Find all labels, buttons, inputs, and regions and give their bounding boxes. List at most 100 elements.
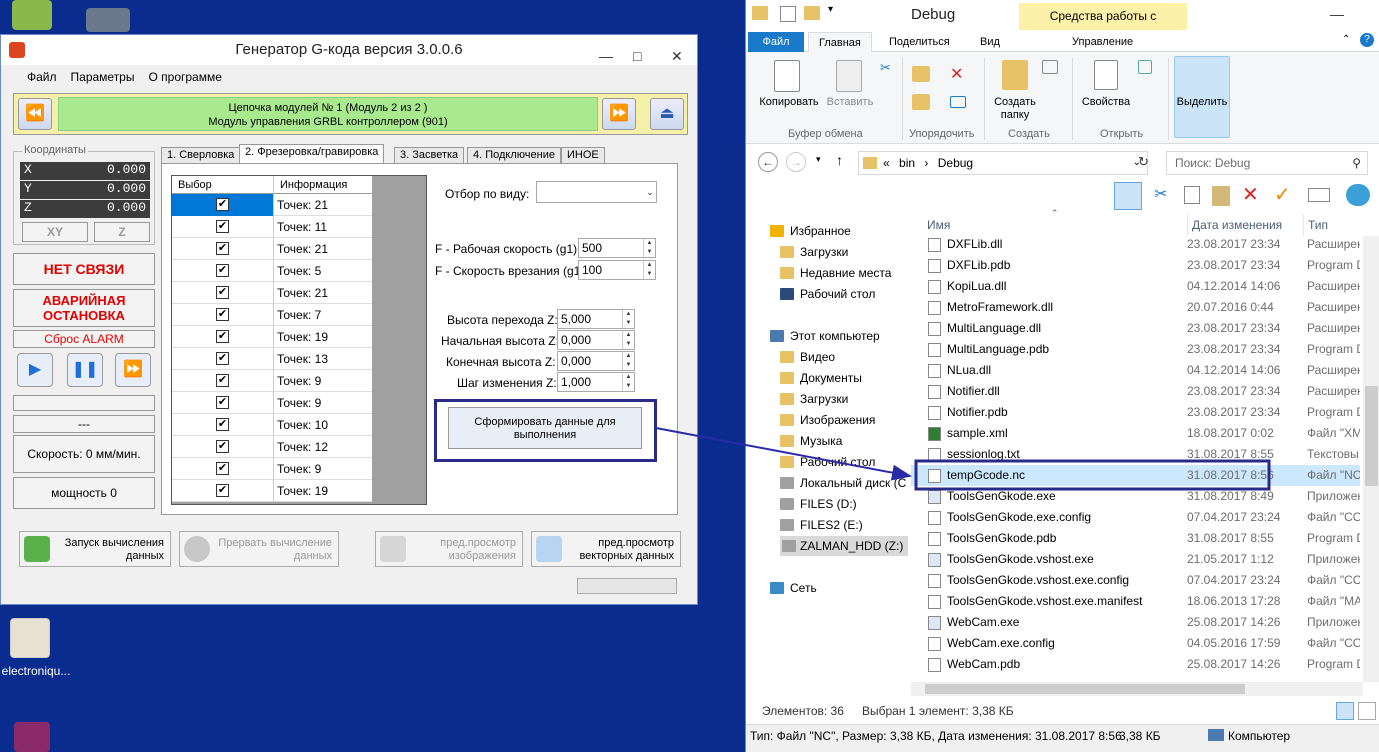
col-type-header[interactable]: Тип	[1303, 214, 1328, 236]
ribbon-tab-view[interactable]: Вид	[970, 32, 1010, 52]
file-name[interactable]: WebCam.pdb	[947, 654, 1020, 675]
nav-pc-item[interactable]: Локальный диск (C	[780, 473, 906, 493]
file-name[interactable]: MultiLanguage.dll	[947, 318, 1041, 339]
grid-row[interactable]: ✔ Точек: 12	[172, 436, 372, 458]
file-row[interactable]: sample.xml 18.08.2017 0:02 Файл "XMI	[911, 423, 1360, 444]
play-button[interactable]: ▶	[17, 353, 53, 387]
file-row[interactable]: MetroFramework.dll 20.07.2016 0:44 Расшире…	[911, 297, 1360, 318]
grid-row-selector[interactable]: ✔	[172, 238, 273, 260]
menu-file[interactable]: Файл	[27, 67, 57, 87]
end-z-input[interactable]: 0,000 ▲ ▼	[557, 351, 635, 371]
prev-module-button[interactable]: ⏪	[18, 98, 52, 130]
grid-row-selector[interactable]: ✔	[172, 414, 273, 436]
properties-button[interactable]: Свойства	[1078, 96, 1134, 109]
preview-pane-icon[interactable]	[1114, 182, 1142, 210]
file-row[interactable]: ToolsGenGkode.exe.config 07.04.2017 23:24…	[911, 507, 1360, 528]
menu-params[interactable]: Параметры	[71, 67, 135, 87]
grid-row-selector[interactable]: ✔	[172, 282, 273, 304]
grid-row[interactable]: ✔ Точек: 9	[172, 458, 372, 480]
step-z-input[interactable]: 1,000 ▲ ▼	[557, 372, 635, 392]
file-row[interactable]: WebCam.exe 25.08.2017 14:26 Приложен	[911, 612, 1360, 633]
grid-row-selector[interactable]: ✔	[172, 480, 273, 502]
qa-dropdown-icon[interactable]: ▾	[828, 4, 833, 15]
grid-row-selector[interactable]: ✔	[172, 392, 273, 414]
v-scrollbar[interactable]	[1363, 236, 1379, 682]
v-scroll-thumb[interactable]	[1365, 386, 1378, 486]
filter-select[interactable]: ⌄	[536, 181, 657, 203]
refresh-button[interactable]: ↻	[1138, 154, 1149, 170]
row-checkbox[interactable]: ✔	[216, 286, 229, 299]
file-name[interactable]: sample.xml	[947, 423, 1008, 444]
tab-milling[interactable]: 2. Фрезеровка/гравировка	[239, 144, 385, 164]
h-scroll-thumb[interactable]	[925, 684, 1245, 694]
pause-button[interactable]: ❚❚	[67, 353, 103, 387]
menu-about[interactable]: О программе	[148, 67, 221, 87]
file-row[interactable]: tempGcode.nc 31.08.2017 8:56 Файл "NC"	[911, 465, 1360, 486]
col-select-header[interactable]: Выбор	[172, 176, 273, 194]
file-row[interactable]: ToolsGenGkode.vshost.exe.config 07.04.201…	[911, 570, 1360, 591]
grid-row-selector[interactable]: ✔	[172, 458, 273, 480]
preview-image-button[interactable]: пред.просмотр изображения	[375, 531, 523, 567]
file-name[interactable]: ToolsGenGkode.vshost.exe.config	[947, 570, 1129, 591]
row-checkbox[interactable]: ✔	[216, 374, 229, 387]
file-name[interactable]: sessionlog.txt	[947, 444, 1020, 465]
start-z-input[interactable]: 0,000 ▲ ▼	[557, 330, 635, 350]
file-name[interactable]: DXFLib.dll	[947, 234, 1002, 255]
zero-xy-button[interactable]: XY	[22, 222, 88, 242]
back-icon[interactable]: ←	[758, 152, 778, 172]
nav-pc-item[interactable]: Изображения	[780, 410, 875, 430]
nav-fav-item[interactable]: Рабочий стол	[780, 284, 875, 304]
ribbon-tab-manage[interactable]: Управление	[1062, 32, 1143, 52]
grid-row[interactable]: ✔ Точек: 19	[172, 480, 372, 502]
grid-row[interactable]: ✔ Точек: 9	[172, 370, 372, 392]
grid-row[interactable]: ✔ Точек: 21	[172, 282, 372, 304]
select-button[interactable]: Выделить	[1174, 96, 1230, 109]
tiles-view-icon[interactable]	[1358, 702, 1376, 720]
file-name[interactable]: ToolsGenGkode.vshost.exe	[947, 549, 1094, 570]
row-checkbox[interactable]: ✔	[216, 418, 229, 431]
row-checkbox[interactable]: ✔	[216, 462, 229, 475]
rename-icon[interactable]	[950, 96, 966, 108]
row-checkbox[interactable]: ✔	[216, 220, 229, 233]
close-button[interactable]: ✕	[671, 41, 683, 71]
grid-row[interactable]: ✔ Точек: 21	[172, 238, 372, 260]
globe-tool-icon[interactable]	[1346, 184, 1370, 206]
minimize-button[interactable]: —	[599, 41, 613, 71]
cut-tool-icon[interactable]: ✂	[1154, 184, 1167, 204]
ribbon-tab-home[interactable]: Главная	[808, 32, 872, 52]
grid-row[interactable]: ✔ Точек: 11	[172, 216, 372, 238]
file-name[interactable]: MultiLanguage.pdb	[947, 339, 1049, 360]
search-input[interactable]: Поиск: Debug ⚲	[1166, 151, 1368, 175]
nav-pc-item[interactable]: Музыка	[780, 431, 842, 451]
preview-vector-button[interactable]: пред.просмотр векторных данных	[531, 531, 681, 567]
file-name[interactable]: tempGcode.nc	[947, 465, 1025, 486]
file-name[interactable]: MetroFramework.dll	[947, 297, 1053, 318]
grid-row-selector[interactable]: ✔	[172, 216, 273, 238]
row-checkbox[interactable]: ✔	[216, 308, 229, 321]
nav-this-pc[interactable]: Этот компьютер	[770, 326, 880, 346]
file-row[interactable]: WebCam.pdb 25.08.2017 14:26 Program D	[911, 654, 1360, 675]
run-calculation-button[interactable]: Запуск вычисления данных	[19, 531, 171, 567]
file-name[interactable]: Notifier.dll	[947, 381, 1000, 402]
row-checkbox[interactable]: ✔	[216, 484, 229, 497]
nav-fav-item[interactable]: Недавние места	[780, 263, 891, 283]
file-row[interactable]: Notifier.dll 23.08.2017 23:34 Расширен	[911, 381, 1360, 402]
help-icon[interactable]: ?	[1360, 33, 1374, 47]
col-info-header[interactable]: Информация	[273, 176, 372, 194]
explorer-minimize-button[interactable]: —	[1330, 6, 1344, 22]
paste-button[interactable]: Вставить	[822, 96, 878, 109]
file-name[interactable]: NLua.dll	[947, 360, 991, 381]
ribbon-tab-file[interactable]: Файл	[748, 32, 804, 52]
row-checkbox[interactable]: ✔	[216, 440, 229, 453]
tab-other[interactable]: ИНОЕ	[561, 147, 605, 164]
nav-pc-item[interactable]: ZALMAN_HDD (Z:)	[780, 536, 908, 556]
grid-row[interactable]: ✔ Точек: 7	[172, 304, 372, 326]
desktop-shortcut-icon[interactable]	[10, 618, 50, 658]
feed-input[interactable]: 500 ▲ ▼	[578, 238, 656, 258]
next-module-button[interactable]: ⏩	[602, 98, 636, 130]
file-row[interactable]: sessionlog.txt 31.08.2017 8:55 Текстовы	[911, 444, 1360, 465]
file-row[interactable]: KopiLua.dll 04.12.2014 14:06 Расширен	[911, 276, 1360, 297]
travel-z-input[interactable]: 5,000 ▲ ▼	[557, 309, 635, 329]
delete-tool-icon[interactable]: ✕	[1242, 182, 1259, 207]
h-scrollbar[interactable]	[911, 682, 1363, 696]
